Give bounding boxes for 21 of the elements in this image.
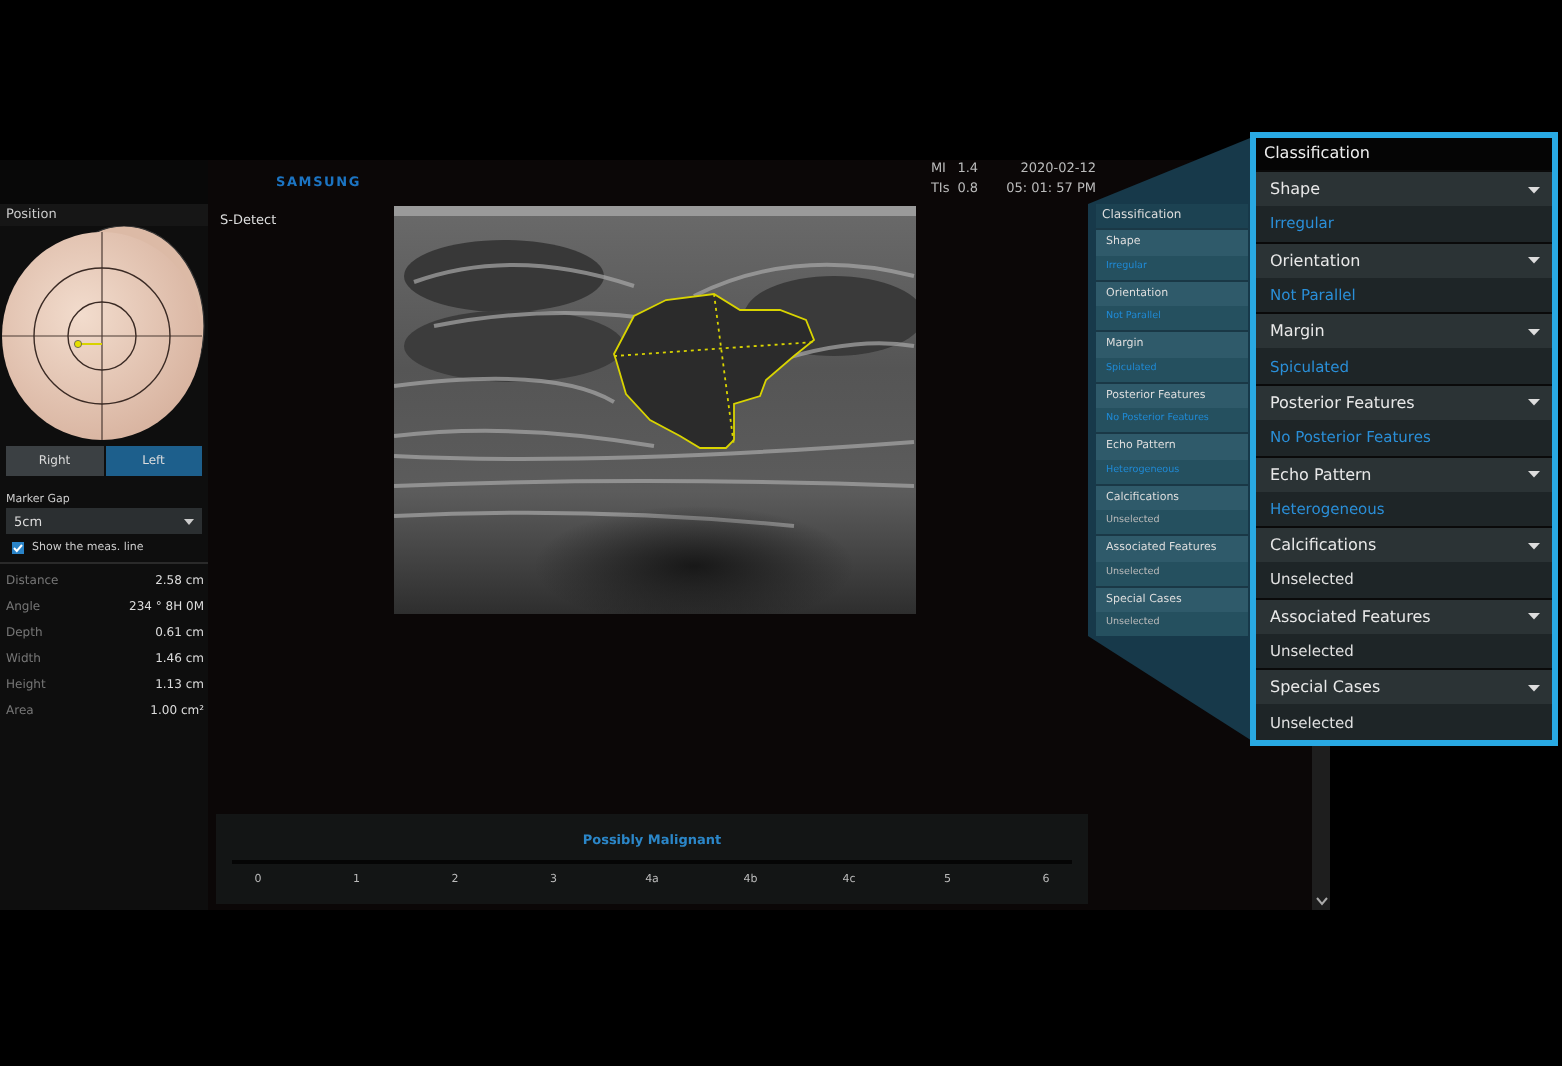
feature-dropdown[interactable]: Posterior Features (1256, 385, 1552, 420)
caret-icon (1528, 612, 1540, 621)
feature-dropdown[interactable]: Shape (1256, 172, 1552, 206)
caret-icon (1528, 541, 1540, 550)
checkbox[interactable] (12, 542, 24, 554)
feature-dropdown[interactable]: Calcifications (1256, 528, 1552, 563)
feature-dropdown[interactable]: Associated Features (1256, 599, 1552, 634)
caret-icon (184, 517, 194, 525)
feature-dropdown[interactable]: Special Cases (1256, 670, 1552, 705)
caret-icon (1528, 683, 1540, 692)
caret-icon (1528, 327, 1540, 336)
feature-dropdown[interactable]: Echo Pattern (1256, 457, 1552, 491)
caret-icon (1528, 398, 1540, 407)
caret-icon (1528, 256, 1540, 265)
scroll-down-icon[interactable] (1315, 896, 1327, 906)
breast-position-diagram[interactable] (0, 226, 208, 442)
caret-icon (1528, 470, 1540, 478)
panel-title: Classification (1256, 138, 1552, 170)
feature-dropdown[interactable]: Margin (1256, 314, 1552, 349)
caret-icon (1528, 185, 1540, 193)
feature-dropdown[interactable]: Orientation (1256, 243, 1552, 278)
